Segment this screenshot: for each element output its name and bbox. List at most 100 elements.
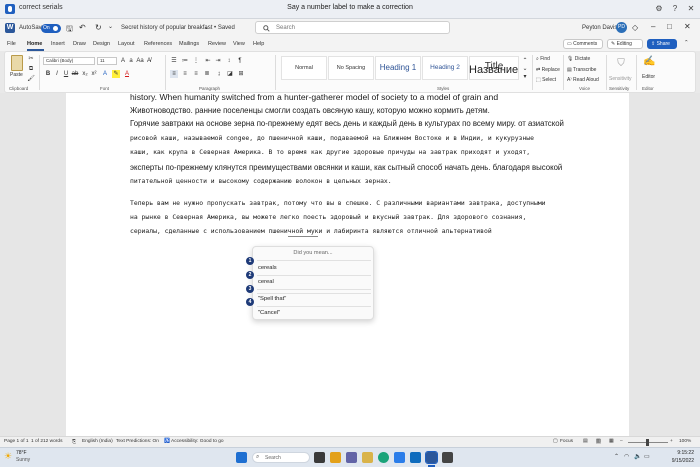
zoom-out-icon[interactable]: – [620,439,623,444]
user-name[interactable]: Peyton Davis [582,25,617,31]
tab-draw[interactable]: Draw [73,41,86,47]
sensitivity-icon[interactable]: ⛉ [615,59,627,72]
tab-layout[interactable]: Layout [118,41,135,47]
cut-icon[interactable]: ✂ [27,55,35,63]
align-left-icon[interactable]: ≡ [170,70,178,78]
show-marks-icon[interactable]: ¶ [236,57,244,65]
diamond-icon[interactable]: ◇ [632,23,638,32]
text-effects-icon[interactable]: A [101,70,109,78]
copy-icon[interactable]: ⧉ [27,65,35,73]
tab-insert[interactable]: Insert [51,41,65,47]
print-layout-icon[interactable]: ▥ [596,439,601,444]
text-predictions-status[interactable]: Text Predictions: On [116,439,159,444]
tab-references[interactable]: References [144,41,172,47]
gear-icon[interactable]: ⚙ [653,3,665,15]
bold-icon[interactable]: B [44,70,52,78]
tab-file[interactable]: File [7,41,16,47]
focus-button[interactable]: Focus [560,439,573,444]
clock-date[interactable]: 9/15/2022 [660,458,694,464]
temperature[interactable]: 78°F [16,450,27,456]
zoom-in-icon[interactable]: + [670,439,673,444]
sort-icon[interactable]: ↕ [225,57,233,65]
document-title[interactable]: Secret history of popular breakfast • Sa… [121,25,235,31]
focus-icon[interactable]: ▢ [553,439,558,444]
grow-font-icon[interactable]: A [119,57,127,65]
word-taskbar-icon[interactable] [425,451,438,464]
ribbon-collapse-icon[interactable]: ⌃ [684,40,689,46]
superscript-icon[interactable]: x² [90,70,98,78]
terminal-icon[interactable] [442,452,453,463]
font-size-select[interactable]: 11 [97,57,117,65]
store-icon[interactable] [394,452,405,463]
style-heading-1[interactable]: Heading 1 [375,56,421,80]
borders-icon[interactable]: ⊞ [237,70,245,78]
task-view-icon[interactable] [314,452,325,463]
tab-view[interactable]: View [233,41,245,47]
clock-time[interactable]: 9:15:22 [660,450,694,456]
wifi-icon[interactable]: ◠ [624,453,629,460]
style-no-spacing[interactable]: No Spacing [328,56,374,80]
suggestion-cancel[interactable]: "Cancel" [258,310,280,316]
font-name-select[interactable]: Calibri (Body) [43,57,95,65]
numbering-icon[interactable]: ≔ [181,57,189,65]
change-case-icon[interactable]: Aa [136,57,144,65]
tray-chevron-icon[interactable]: ⌃ [614,453,619,460]
read-mode-icon[interactable]: ▤ [583,439,588,444]
paste-icon[interactable] [11,55,23,71]
font-color-icon[interactable]: A [123,70,131,78]
chevron-down-icon[interactable]: ⌄ [204,24,209,31]
proofing-icon[interactable]: ⎘ [72,439,76,445]
accessibility-icon[interactable]: ♿ [164,439,170,444]
italic-icon[interactable]: I [53,70,61,78]
maximize-icon[interactable]: □ [667,22,672,31]
zoom-slider-thumb[interactable] [646,439,649,446]
underline-icon[interactable]: U [62,70,70,78]
tab-design[interactable]: Design [93,41,110,47]
page-count[interactable]: Page 1 of 1 [4,439,29,444]
transcribe-button[interactable]: ▤ Transcribe [567,67,596,73]
line-spacing-icon[interactable]: ↨ [215,70,223,78]
widgets-icon[interactable] [330,452,341,463]
help-icon[interactable]: ? [669,3,681,15]
shrink-font-icon[interactable]: a [127,57,135,65]
volume-icon[interactable]: 🔈 [634,453,641,460]
styles-scroll-down-icon[interactable]: ⌄ [521,65,529,73]
shading-icon[interactable]: ◪ [226,70,234,78]
tab-review[interactable]: Review [208,41,226,47]
find-button[interactable]: ⌕ Find [536,56,550,62]
tab-mailings[interactable]: Mailings [179,41,199,47]
close-icon[interactable]: ✕ [685,3,697,15]
styles-scroll-up-icon[interactable]: ⌃ [521,57,529,65]
outlook-icon[interactable] [410,452,421,463]
undo-icon[interactable]: ↶ [79,23,86,32]
tab-home[interactable]: Home [27,41,42,47]
select-button[interactable]: ⬚ Select [536,77,556,83]
suggestion-2[interactable]: cereal [258,279,274,285]
zoom-level[interactable]: 100% [679,439,691,444]
avatar[interactable]: PD [616,22,627,33]
teams-icon[interactable] [346,452,357,463]
styles-more-icon[interactable]: ▾ [521,73,529,81]
window-close-icon[interactable]: ✕ [684,22,691,31]
language-status[interactable]: English (India) [82,439,113,444]
number-badge-4[interactable]: 4 [246,298,254,306]
editing-mode-button[interactable]: ✎ Editing [607,39,643,49]
read-aloud-button[interactable]: A⁾ Read Aloud [567,77,599,83]
style-heading-2[interactable]: Heading 2 [422,56,468,80]
style-normal[interactable]: Normal [281,56,327,80]
dictate-button[interactable]: 🎙 Dictate [567,56,590,62]
number-badge-1[interactable]: 1 [246,257,254,265]
justify-icon[interactable]: ≣ [203,70,211,78]
taskbar-search[interactable]: ⌕ Search [252,452,310,463]
share-button[interactable]: ⇪ Share [647,39,677,49]
clear-formatting-icon[interactable]: A̸ [145,57,153,65]
editor-icon[interactable]: ✍ [643,57,655,70]
weather-icon[interactable]: ☀ [4,451,12,462]
align-right-icon[interactable]: ≡ [192,70,200,78]
search-input[interactable]: Search [255,21,450,34]
replace-button[interactable]: ⇄ Replace [536,67,560,73]
tab-help[interactable]: Help [253,41,264,47]
battery-icon[interactable]: ▭ [644,453,650,460]
comments-button[interactable]: ▭ Comments [563,39,603,49]
start-icon[interactable] [236,452,247,463]
